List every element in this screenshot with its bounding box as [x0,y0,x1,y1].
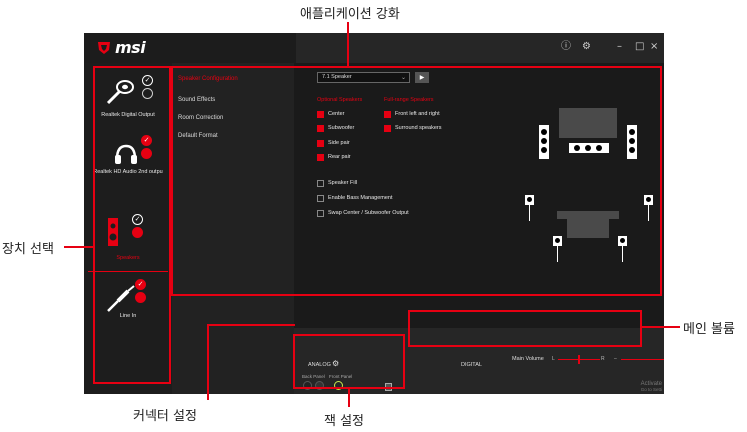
minimize-icon[interactable]: – [617,39,622,55]
maximize-icon[interactable]: □ [635,39,644,55]
connector-callout-line-horizontal [207,324,295,326]
device-select-highlight [93,66,171,384]
watermark-line2: Go to Setti [640,387,662,392]
jack-callout-label: 잭 설정 [324,414,365,429]
activation-watermark: Activate Go to Setti [641,381,662,392]
volume-minus-icon[interactable]: – [614,356,617,362]
volume-track[interactable] [621,359,664,360]
balance-left-label: L [552,356,555,362]
enhancement-callout-label: 애플리케이션 강화 [300,7,400,22]
main-volume-callout-line [642,326,680,328]
main-volume-highlight [408,310,642,347]
main-volume-callout-label: 메인 볼륨 [683,322,735,337]
title-bar-right [296,33,664,63]
digital-label: DIGITAL [461,362,482,368]
balance-right-label: R [601,356,605,362]
enhancement-callout-line [347,22,349,66]
settings-icon[interactable]: ⚙ [582,39,591,55]
device-select-callout-line [64,246,93,248]
device-select-callout-label: 장치 선택 [2,242,54,257]
close-icon[interactable]: × [650,39,658,55]
balance-slider-thumb[interactable] [578,355,580,364]
msi-dragon-logo-icon [98,42,110,54]
main-volume-label: Main Volume [512,356,544,362]
enhancement-highlight [171,66,662,296]
bottom-left-shade [172,328,294,394]
jack-settings-highlight [293,334,405,389]
jack-callout-line [348,389,350,407]
msi-logo: msi [115,38,146,57]
info-icon[interactable]: ⓘ [561,39,571,55]
connector-callout-label: 커넥터 설정 [133,409,197,424]
connector-callout-line [207,324,209,400]
